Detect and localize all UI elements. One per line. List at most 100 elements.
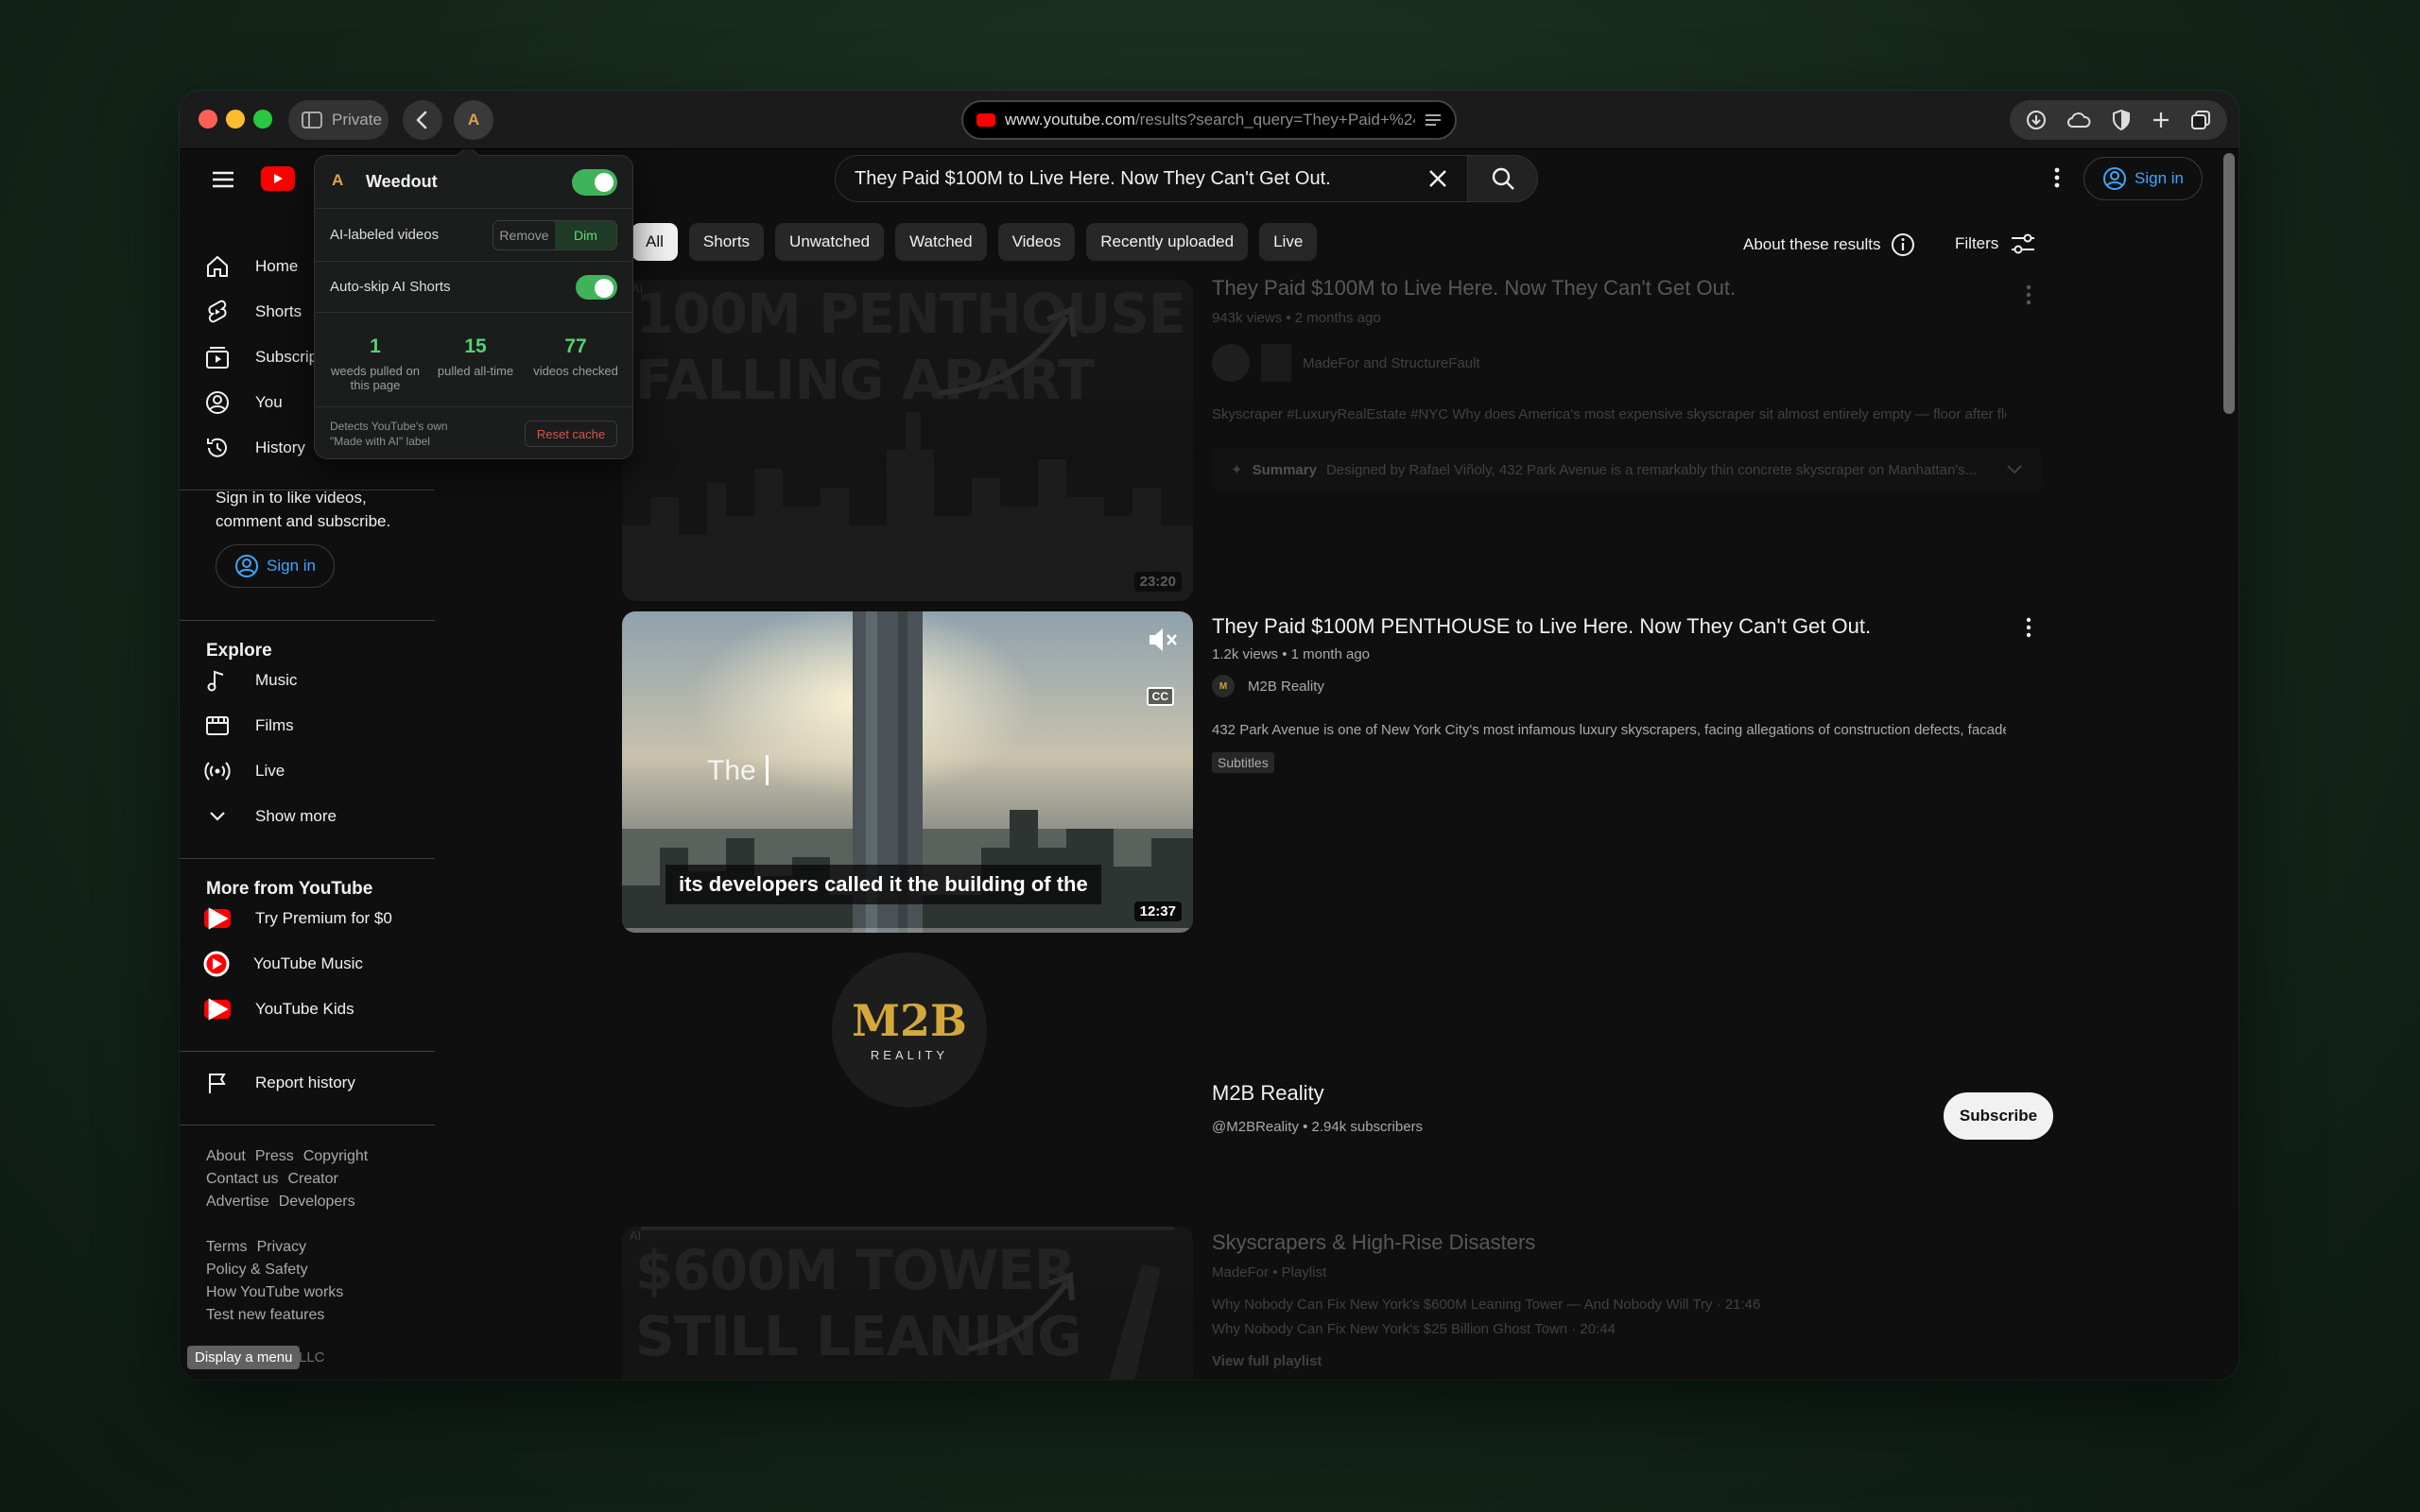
chip-all[interactable]: All — [631, 223, 678, 261]
mode-remove-button[interactable]: Remove — [493, 221, 555, 249]
clear-search-icon[interactable] — [1427, 168, 1448, 189]
subscribe-button[interactable]: Subscribe — [1944, 1092, 2053, 1140]
channel-avatar[interactable]: M2B REALITY — [832, 953, 987, 1108]
result-1-title[interactable]: They Paid $100M to Live Here. Now They C… — [1212, 276, 1736, 301]
arrow-graphic — [938, 305, 1077, 396]
sidebar-toggle-button[interactable]: Private — [288, 100, 389, 140]
footer-link[interactable]: About — [206, 1148, 246, 1164]
chevron-down-icon — [210, 812, 225, 821]
footer-link[interactable]: Terms — [206, 1239, 248, 1255]
footer-link[interactable]: Privacy — [257, 1239, 306, 1255]
result-2-channel[interactable]: M M2B Reality — [1212, 675, 1324, 697]
sidebar-item-films[interactable]: Films — [204, 707, 294, 745]
shorts-icon — [208, 300, 227, 323]
hamburger-menu-icon[interactable] — [210, 166, 236, 193]
chip-watched[interactable]: Watched — [895, 223, 987, 261]
result-1-channel[interactable]: MadeFor and StructureFault — [1212, 344, 1480, 382]
channel-name-title[interactable]: M2B Reality — [1212, 1081, 1324, 1106]
caption-cursor — [766, 755, 769, 785]
result-2-title[interactable]: They Paid $100M PENTHOUSE to Live Here. … — [1212, 614, 1871, 639]
search-button[interactable] — [1468, 155, 1538, 202]
footer-link[interactable]: Advertise — [206, 1194, 269, 1210]
sidebar-item-youtube-music[interactable]: YouTube Music — [203, 945, 363, 983]
address-bar[interactable]: www.youtube.com/results?search_query=The… — [961, 100, 1457, 140]
sidebar-icon — [302, 112, 322, 129]
mute-button[interactable] — [1144, 621, 1182, 659]
reset-cache-button[interactable]: Reset cache — [525, 421, 617, 447]
youtube-favicon-icon — [977, 113, 995, 127]
stat-value: 15 — [464, 335, 487, 357]
city-skyline-graphic — [622, 412, 1193, 601]
sidebar-show-more[interactable]: Show more — [204, 798, 337, 835]
weedout-stats: 1 weeds pulled on this page 15 pulled al… — [315, 313, 632, 407]
minimize-window-button[interactable] — [226, 110, 245, 129]
sidebar-item-label: History — [255, 438, 305, 456]
footer-links-secondary: Terms Privacy Policy & Safety How YouTube… — [206, 1236, 424, 1327]
footer-link[interactable]: Copyright — [303, 1148, 368, 1164]
zoom-window-button[interactable] — [253, 110, 272, 129]
sidebar-item-label: You — [255, 393, 283, 411]
captions-button[interactable]: CC — [1146, 687, 1174, 706]
chip-unwatched[interactable]: Unwatched — [775, 223, 885, 261]
sidebar-item-home[interactable]: Home — [204, 248, 298, 285]
weedout-title: Weedout — [366, 172, 438, 191]
search-input[interactable]: They Paid $100M to Live Here. Now They C… — [835, 155, 1468, 202]
footer-link[interactable]: Test new features — [206, 1307, 324, 1323]
result-1-more-button[interactable] — [2019, 282, 2038, 308]
filters-button[interactable]: Filters — [1955, 232, 2036, 255]
chip-videos[interactable]: Videos — [997, 223, 1076, 261]
footer-link[interactable]: How YouTube works — [206, 1284, 343, 1300]
footer-link[interactable]: Policy & Safety — [206, 1262, 308, 1278]
sidebar-item-youtube-kids[interactable]: YouTube Kids — [204, 990, 354, 1028]
sidebar-signin-button[interactable]: Sign in — [216, 544, 335, 588]
sidebar-item-history[interactable]: History — [204, 429, 305, 467]
shield-icon[interactable] — [2112, 110, 2131, 130]
chip-shorts[interactable]: Shorts — [688, 223, 765, 261]
footer-link[interactable]: Developers — [279, 1194, 355, 1210]
youtube-logo[interactable] — [261, 166, 295, 191]
result-2-more-button[interactable] — [2019, 614, 2038, 641]
footer-link[interactable]: Creator — [287, 1171, 337, 1187]
close-window-button[interactable] — [199, 110, 217, 129]
settings-menu-button[interactable] — [2044, 164, 2070, 191]
chip-live[interactable]: Live — [1259, 223, 1318, 261]
vertical-dots-icon — [2054, 167, 2060, 188]
view-full-playlist-link[interactable]: View full playlist — [1212, 1353, 1322, 1369]
sidebar-item-music[interactable]: Music — [204, 662, 297, 699]
playlist-item[interactable]: Why Nobody Can Fix New York's $600M Lean… — [1212, 1297, 1760, 1313]
sidebar-item-shorts[interactable]: Shorts — [204, 293, 302, 331]
weedout-extension-button[interactable]: A — [454, 100, 493, 140]
mode-dim-button[interactable]: Dim — [555, 221, 616, 249]
sidebar-signin-label: Sign in — [267, 557, 316, 575]
sidebar-item-live[interactable]: Live — [204, 752, 285, 790]
download-icon[interactable] — [2026, 110, 2047, 130]
signin-prompt: Sign in to like videos, comment and subs… — [216, 489, 391, 530]
sidebar-item-label: YouTube Music — [253, 954, 363, 972]
weedout-enable-toggle[interactable] — [572, 169, 617, 196]
tabs-overview-icon[interactable] — [2190, 110, 2211, 130]
burned-caption: The — [707, 755, 756, 786]
reader-icon[interactable] — [1425, 113, 1442, 127]
new-tab-icon[interactable] — [2152, 111, 2170, 129]
sidebar-item-report-history[interactable]: Report history — [204, 1064, 355, 1102]
playlist-title[interactable]: Skyscrapers & High-Rise Disasters — [1212, 1230, 1535, 1255]
autoskip-toggle[interactable] — [576, 275, 617, 300]
about-results-button[interactable]: About these results — [1743, 232, 1915, 257]
sidebar-item-you[interactable]: You — [204, 384, 283, 421]
weedout-logo-icon: A — [467, 111, 480, 129]
result-2-video-preview[interactable]: CC The its developers called it the buil… — [622, 611, 1193, 933]
playlist-item[interactable]: Why Nobody Can Fix New York's $25 Billio… — [1212, 1321, 1616, 1337]
sidebar-item-premium[interactable]: Try Premium for $0 — [204, 900, 392, 937]
chip-recently-uploaded[interactable]: Recently uploaded — [1086, 223, 1249, 261]
playlist-thumbnail[interactable]: AI $600M TOWER STILL LEANING — [622, 1227, 1193, 1380]
cloud-icon[interactable] — [2066, 111, 2091, 129]
footer-link[interactable]: Contact us — [206, 1171, 278, 1187]
back-button[interactable] — [403, 100, 442, 140]
result-1-thumbnail[interactable]: AI 100M PENTHOUSE FALLING APART 23:20 — [622, 280, 1193, 601]
footer-link[interactable]: Press — [255, 1148, 294, 1164]
page-scrollbar[interactable] — [2223, 153, 2235, 414]
private-label: Private — [332, 111, 382, 129]
header-signin-button[interactable]: Sign in — [2083, 157, 2203, 200]
weedout-logo-icon: A — [332, 171, 344, 189]
result-1-summary[interactable]: ✦ Summary Designed by Rafael Viñoly, 432… — [1212, 448, 2042, 491]
